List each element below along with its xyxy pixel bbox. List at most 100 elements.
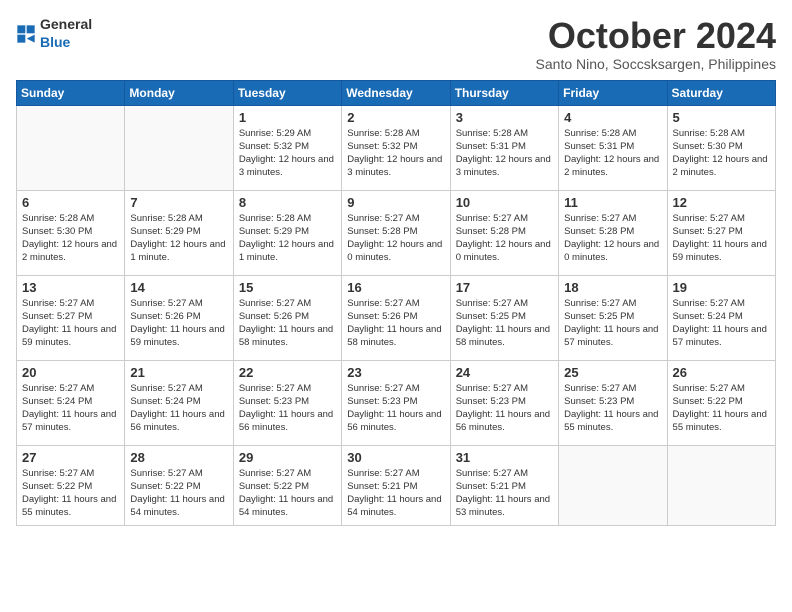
calendar-table: SundayMondayTuesdayWednesdayThursdayFrid… (16, 80, 776, 526)
day-info: Sunrise: 5:27 AM Sunset: 5:28 PM Dayligh… (456, 212, 553, 265)
day-info: Sunrise: 5:27 AM Sunset: 5:26 PM Dayligh… (347, 297, 444, 350)
calendar-cell: 24Sunrise: 5:27 AM Sunset: 5:23 PM Dayli… (450, 360, 558, 445)
day-info: Sunrise: 5:27 AM Sunset: 5:23 PM Dayligh… (239, 382, 336, 435)
day-info: Sunrise: 5:27 AM Sunset: 5:21 PM Dayligh… (347, 467, 444, 520)
day-info: Sunrise: 5:28 AM Sunset: 5:30 PM Dayligh… (673, 127, 770, 180)
calendar-cell (667, 445, 775, 525)
week-row: 27 Sunrise: 5:27 AM Sunset: 5:22 PM Dayli… (17, 445, 776, 525)
calendar-cell: 17 Sunrise: 5:27 AM Sunset: 5:25 PM Dayli… (450, 275, 558, 360)
logo: General Blue (16, 16, 92, 52)
day-info: Sunrise: 5:27 AM Sunset: 5:23 PM Dayligh… (564, 382, 661, 435)
day-info: Sunrise: 5:27 AM Sunset: 5:26 PM Dayligh… (239, 297, 336, 350)
day-number: 10 (456, 195, 553, 210)
day-info: Sunrise: 5:27 AM Sunset: 5:28 PM Dayligh… (564, 212, 661, 265)
weekday-header: Friday (559, 80, 667, 105)
calendar-cell: 25 Sunrise: 5:27 AM Sunset: 5:23 PM Dayli… (559, 360, 667, 445)
day-number: 16 (347, 280, 444, 295)
day-number: 30 (347, 450, 444, 465)
calendar-cell: 28Sunrise: 5:27 AM Sunset: 5:22 PM Dayli… (125, 445, 233, 525)
calendar-cell: 15 Sunrise: 5:27 AM Sunset: 5:26 PM Dayli… (233, 275, 341, 360)
day-number: 23 (347, 365, 444, 380)
calendar-cell (17, 105, 125, 190)
calendar-cell: 22 Sunrise: 5:27 AM Sunset: 5:23 PM Dayli… (233, 360, 341, 445)
day-info: Sunrise: 5:27 AM Sunset: 5:27 PM Dayligh… (673, 212, 770, 265)
day-number: 19 (673, 280, 770, 295)
calendar-cell: 2 Sunrise: 5:28 AM Sunset: 5:32 PM Daylig… (342, 105, 450, 190)
day-number: 8 (239, 195, 336, 210)
day-number: 13 (22, 280, 119, 295)
day-info: Sunrise: 5:28 AM Sunset: 5:32 PM Dayligh… (347, 127, 444, 180)
day-info: Sunrise: 5:28 AM Sunset: 5:29 PM Dayligh… (239, 212, 336, 265)
day-info: Sunrise: 5:29 AM Sunset: 5:32 PM Dayligh… (239, 127, 336, 180)
month-title: October 2024 (536, 16, 776, 56)
day-info: Sunrise: 5:27 AM Sunset: 5:24 PM Dayligh… (130, 382, 227, 435)
calendar-cell: 29 Sunrise: 5:27 AM Sunset: 5:22 PM Dayli… (233, 445, 341, 525)
day-number: 4 (564, 110, 661, 125)
day-number: 27 (22, 450, 119, 465)
day-number: 22 (239, 365, 336, 380)
day-number: 14 (130, 280, 227, 295)
calendar-cell: 1 Sunrise: 5:29 AM Sunset: 5:32 PM Daylig… (233, 105, 341, 190)
day-info: Sunrise: 5:27 AM Sunset: 5:26 PM Dayligh… (130, 297, 227, 350)
day-info: Sunrise: 5:27 AM Sunset: 5:28 PM Dayligh… (347, 212, 444, 265)
calendar-cell: 14 Sunrise: 5:27 AM Sunset: 5:26 PM Dayli… (125, 275, 233, 360)
weekday-header: Tuesday (233, 80, 341, 105)
day-info: Sunrise: 5:27 AM Sunset: 5:24 PM Dayligh… (673, 297, 770, 350)
day-info: Sunrise: 5:28 AM Sunset: 5:31 PM Dayligh… (564, 127, 661, 180)
day-info: Sunrise: 5:27 AM Sunset: 5:23 PM Dayligh… (347, 382, 444, 435)
day-info: Sunrise: 5:28 AM Sunset: 5:29 PM Dayligh… (130, 212, 227, 265)
calendar-cell: 4 Sunrise: 5:28 AM Sunset: 5:31 PM Daylig… (559, 105, 667, 190)
calendar-cell: 30 Sunrise: 5:27 AM Sunset: 5:21 PM Dayli… (342, 445, 450, 525)
day-info: Sunrise: 5:28 AM Sunset: 5:30 PM Dayligh… (22, 212, 119, 265)
calendar-cell: 3 Sunrise: 5:28 AM Sunset: 5:31 PM Daylig… (450, 105, 558, 190)
day-number: 1 (239, 110, 336, 125)
day-number: 15 (239, 280, 336, 295)
calendar-cell (559, 445, 667, 525)
day-number: 29 (239, 450, 336, 465)
calendar-cell: 6 Sunrise: 5:28 AM Sunset: 5:30 PM Daylig… (17, 190, 125, 275)
calendar-cell: 11Sunrise: 5:27 AM Sunset: 5:28 PM Dayli… (559, 190, 667, 275)
page-header: General Blue October 2024 Santo Nino, So… (16, 16, 776, 72)
day-number: 17 (456, 280, 553, 295)
logo-text: General Blue (40, 16, 92, 52)
calendar-cell: 31 Sunrise: 5:27 AM Sunset: 5:21 PM Dayli… (450, 445, 558, 525)
logo-icon (16, 24, 36, 44)
weekday-header-row: SundayMondayTuesdayWednesdayThursdayFrid… (17, 80, 776, 105)
day-info: Sunrise: 5:27 AM Sunset: 5:25 PM Dayligh… (456, 297, 553, 350)
calendar-cell (125, 105, 233, 190)
day-info: Sunrise: 5:27 AM Sunset: 5:22 PM Dayligh… (673, 382, 770, 435)
week-row: 1 Sunrise: 5:29 AM Sunset: 5:32 PM Daylig… (17, 105, 776, 190)
day-info: Sunrise: 5:27 AM Sunset: 5:23 PM Dayligh… (456, 382, 553, 435)
week-row: 6 Sunrise: 5:28 AM Sunset: 5:30 PM Daylig… (17, 190, 776, 275)
calendar-cell: 21Sunrise: 5:27 AM Sunset: 5:24 PM Dayli… (125, 360, 233, 445)
day-number: 31 (456, 450, 553, 465)
weekday-header: Monday (125, 80, 233, 105)
title-block: October 2024 Santo Nino, Soccsksargen, P… (536, 16, 776, 72)
day-number: 25 (564, 365, 661, 380)
calendar-cell: 9 Sunrise: 5:27 AM Sunset: 5:28 PM Daylig… (342, 190, 450, 275)
day-info: Sunrise: 5:27 AM Sunset: 5:21 PM Dayligh… (456, 467, 553, 520)
day-info: Sunrise: 5:27 AM Sunset: 5:22 PM Dayligh… (22, 467, 119, 520)
day-info: Sunrise: 5:27 AM Sunset: 5:22 PM Dayligh… (239, 467, 336, 520)
day-number: 3 (456, 110, 553, 125)
weekday-header: Thursday (450, 80, 558, 105)
day-number: 20 (22, 365, 119, 380)
day-number: 9 (347, 195, 444, 210)
day-info: Sunrise: 5:28 AM Sunset: 5:31 PM Dayligh… (456, 127, 553, 180)
day-number: 2 (347, 110, 444, 125)
day-number: 5 (673, 110, 770, 125)
day-info: Sunrise: 5:27 AM Sunset: 5:24 PM Dayligh… (22, 382, 119, 435)
day-number: 26 (673, 365, 770, 380)
day-number: 28 (130, 450, 227, 465)
day-number: 6 (22, 195, 119, 210)
calendar-cell: 7 Sunrise: 5:28 AM Sunset: 5:29 PM Daylig… (125, 190, 233, 275)
calendar-cell: 23 Sunrise: 5:27 AM Sunset: 5:23 PM Dayli… (342, 360, 450, 445)
day-number: 7 (130, 195, 227, 210)
calendar-cell: 10 Sunrise: 5:27 AM Sunset: 5:28 PM Dayli… (450, 190, 558, 275)
calendar-cell: 13 Sunrise: 5:27 AM Sunset: 5:27 PM Dayli… (17, 275, 125, 360)
calendar-cell: 8 Sunrise: 5:28 AM Sunset: 5:29 PM Daylig… (233, 190, 341, 275)
day-info: Sunrise: 5:27 AM Sunset: 5:27 PM Dayligh… (22, 297, 119, 350)
day-number: 12 (673, 195, 770, 210)
week-row: 20 Sunrise: 5:27 AM Sunset: 5:24 PM Dayli… (17, 360, 776, 445)
calendar-cell: 27 Sunrise: 5:27 AM Sunset: 5:22 PM Dayli… (17, 445, 125, 525)
